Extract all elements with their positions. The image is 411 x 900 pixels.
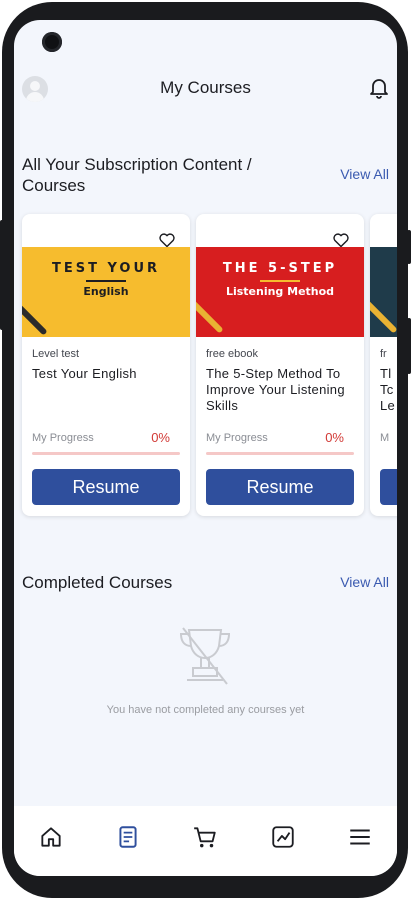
course-category: fr: [380, 348, 387, 360]
subscriptions-title-line: Courses: [22, 176, 86, 195]
banner-line2: English: [83, 285, 129, 298]
phone-side-button: [407, 318, 411, 374]
page-title: My Courses: [160, 78, 251, 97]
subscriptions-title: All Your Subscription Content / Courses: [22, 154, 252, 196]
trophy-icon: [179, 627, 231, 685]
heart-icon[interactable]: [158, 232, 176, 248]
menu-icon[interactable]: [347, 824, 373, 850]
phone-side-button: [0, 220, 4, 330]
subscriptions-view-all-link[interactable]: View All: [340, 166, 389, 182]
course-title-line: Tc: [380, 382, 394, 397]
pen-illustration: [370, 298, 397, 334]
empty-state-message: You have not completed any courses yet: [106, 704, 305, 716]
course-category: free ebook: [206, 348, 258, 360]
course-title: The 5-Step Method To Improve Your Listen…: [206, 366, 345, 413]
course-banner: TEST YOUR English: [22, 247, 190, 337]
progress-label: My Progress: [32, 432, 94, 444]
course-banner: [370, 247, 397, 337]
banner-line2: Listening Method: [225, 285, 335, 298]
progress-bar: [206, 452, 354, 455]
subscriptions-title-line: All Your Subscription Content /: [22, 155, 252, 174]
banner-line1: THE 5-STEP: [222, 261, 338, 276]
banner-line1: TEST YOUR: [51, 261, 161, 276]
chart-icon[interactable]: [270, 824, 296, 850]
phone-side-button: [407, 230, 411, 264]
course-card[interactable]: fr Tl Tc Le M: [370, 214, 397, 516]
course-category: Level test: [32, 348, 80, 360]
resume-button[interactable]: Resume: [32, 469, 180, 505]
progress-label: My Progress: [206, 432, 268, 444]
course-title-line: Tl: [380, 366, 392, 381]
top-bar: My Courses: [14, 64, 397, 112]
course-card[interactable]: TEST YOUR English Level test Test Your E…: [22, 214, 190, 516]
pen-illustration: [22, 300, 48, 336]
bottom-nav: [14, 806, 397, 876]
heart-icon[interactable]: [332, 232, 350, 248]
course-card[interactable]: THE 5-STEP Listening Method free ebook T…: [196, 214, 364, 516]
courses-icon[interactable]: [115, 824, 141, 850]
progress-value: 0%: [325, 430, 344, 445]
banner-rule: [260, 280, 300, 282]
progress-bar: [32, 452, 180, 455]
resume-button[interactable]: Resume: [206, 469, 354, 505]
course-title-line: Le: [380, 398, 396, 413]
progress-value: 0%: [151, 430, 170, 445]
completed-view-all-link[interactable]: View All: [340, 574, 389, 590]
course-banner: THE 5-STEP Listening Method: [196, 247, 364, 337]
completed-title: Completed Courses: [22, 573, 173, 592]
camera-hole: [42, 32, 62, 52]
bell-icon[interactable]: [367, 75, 391, 99]
course-carousel[interactable]: TEST YOUR English Level test Test Your E…: [22, 214, 397, 519]
course-title: Test Your English: [32, 366, 137, 381]
app-screen: My Courses All Your Subscription Content…: [14, 20, 397, 876]
home-icon[interactable]: [38, 824, 64, 850]
progress-label: M: [380, 432, 390, 444]
resume-button[interactable]: [380, 469, 397, 505]
pen-illustration: [196, 298, 224, 334]
course-title: Tl Tc Le: [380, 366, 397, 414]
banner-rule: [86, 280, 126, 282]
cart-icon[interactable]: [192, 824, 218, 850]
